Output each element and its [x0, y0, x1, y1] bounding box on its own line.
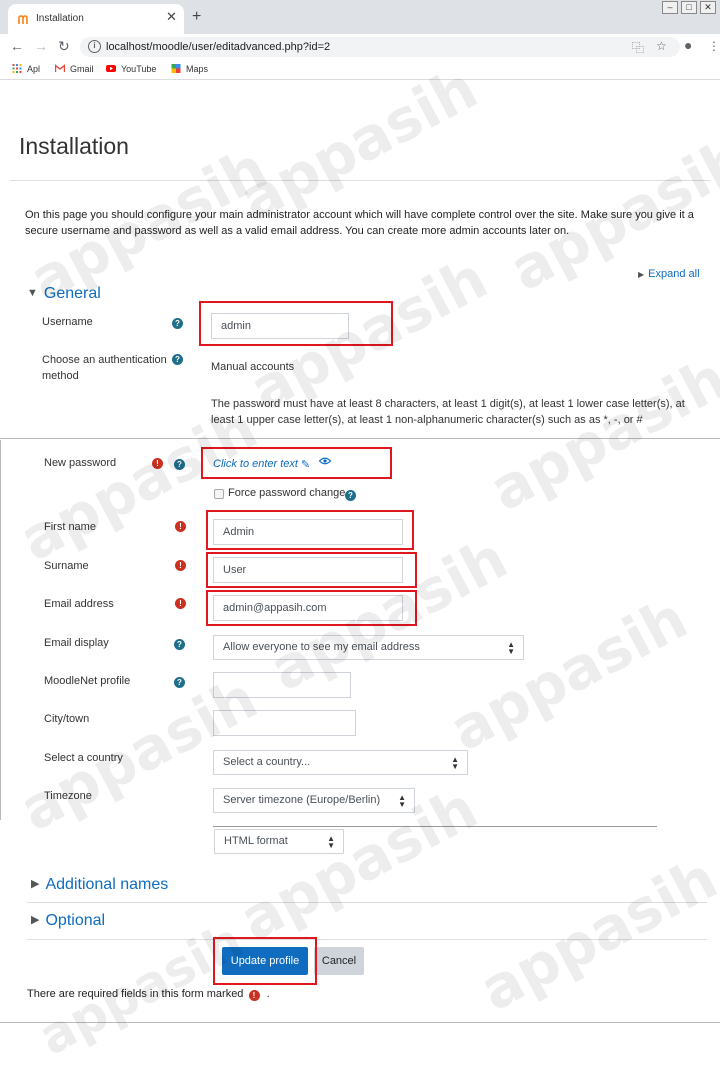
highlight-username: [199, 301, 393, 346]
highlight-update-profile: [213, 937, 317, 985]
screenshot-seam: [0, 438, 720, 439]
back-icon[interactable]: ←: [10, 38, 24, 54]
highlight-email: [206, 590, 417, 626]
help-icon[interactable]: ?: [174, 639, 185, 650]
auth-method-value: Manual accounts: [211, 361, 295, 373]
timezone-label: Timezone: [44, 790, 92, 802]
new-tab-icon[interactable]: +: [192, 8, 201, 26]
section-divider: [27, 939, 707, 940]
country-select[interactable]: Select a country... ▲ ▼: [213, 750, 468, 775]
section-general-header[interactable]: ▼ General: [27, 285, 101, 303]
caret-down-icon: ▼: [27, 287, 38, 299]
expand-all-link[interactable]: ▶ Expand all: [638, 268, 700, 280]
email-label: Email address: [44, 598, 114, 610]
moodlenet-input[interactable]: [213, 672, 351, 698]
city-input[interactable]: [213, 710, 356, 736]
profile-icon[interactable]: ●: [684, 37, 692, 53]
password-rules-text: The password must have at least 8 charac…: [211, 398, 685, 426]
bookmarks-bar: Apl Gmail YouTube Maps: [0, 60, 720, 80]
help-icon[interactable]: ?: [174, 677, 185, 688]
tab-close-icon[interactable]: ✕: [166, 9, 177, 25]
auth-method-label: Choose an authentication method: [42, 354, 167, 382]
help-icon[interactable]: ?: [172, 354, 183, 365]
menu-icon[interactable]: ⋮: [708, 39, 720, 53]
required-icon: !: [175, 598, 186, 609]
caret-right-icon: ▶: [31, 914, 40, 926]
bookmark-maps[interactable]: Maps: [171, 64, 208, 74]
section-additional-names-header[interactable]: ▶ Additional names: [31, 876, 168, 894]
help-icon[interactable]: ?: [345, 490, 356, 501]
select-arrows-icon: ▲ ▼: [327, 834, 335, 850]
highlight-first-name: [206, 510, 414, 550]
header-divider: [10, 180, 710, 181]
watermark-logo: appasih: [439, 583, 698, 765]
site-info-icon[interactable]: i: [88, 40, 101, 53]
moodle-favicon-icon: [18, 15, 28, 24]
browser-tab[interactable]: Installation ✕: [8, 4, 184, 34]
select-arrows-icon: ▲ ▼: [451, 755, 459, 771]
editor-divider: [213, 826, 657, 827]
bookmark-youtube[interactable]: YouTube: [106, 64, 156, 74]
maximize-icon[interactable]: □: [681, 1, 697, 14]
required-icon: !: [152, 458, 163, 469]
new-password-label: New password: [44, 457, 117, 469]
username-label: Username: [42, 316, 93, 328]
surname-label: Surname: [44, 560, 89, 572]
caret-right-icon: ▶: [638, 270, 645, 279]
watermark-logo: appasih: [469, 843, 720, 1025]
apps-grid-icon: [12, 64, 22, 73]
section-divider: [27, 902, 707, 903]
required-icon: !: [248, 990, 260, 1001]
force-password-checkbox[interactable]: [214, 489, 224, 499]
required-icon: !: [175, 560, 186, 571]
bookmark-star-icon[interactable]: ☆: [656, 39, 667, 53]
close-window-icon[interactable]: ✕: [700, 1, 716, 14]
help-icon[interactable]: ?: [172, 318, 183, 329]
highlight-new-password: [201, 447, 392, 479]
gmail-icon: [55, 64, 65, 72]
section-optional-header[interactable]: ▶ Optional: [31, 912, 105, 930]
country-label: Select a country: [44, 752, 123, 764]
url-text: localhost/moodle/user/editadvanced.php?i…: [106, 41, 331, 53]
forward-icon[interactable]: →: [34, 38, 48, 54]
highlight-surname: [206, 552, 417, 588]
select-arrows-icon: ▲ ▼: [507, 640, 515, 656]
youtube-icon: [106, 65, 116, 72]
timezone-select[interactable]: Server timezone (Europe/Berlin) ▲ ▼: [213, 788, 415, 813]
address-bar[interactable]: i localhost/moodle/user/editadvanced.php…: [80, 37, 680, 57]
maps-icon: [171, 64, 181, 73]
translate-icon[interactable]: ⿻: [632, 39, 644, 56]
minimize-icon[interactable]: –: [662, 1, 678, 14]
page-title: Installation: [19, 133, 129, 159]
force-password-label: Force password change: [228, 487, 346, 499]
required-fields-note: There are required fields in this form m…: [27, 988, 270, 1001]
first-name-label: First name: [44, 521, 96, 533]
select-arrows-icon: ▲ ▼: [398, 793, 406, 809]
moodlenet-label: MoodleNet profile: [44, 675, 131, 687]
email-display-select[interactable]: Allow everyone to see my email address ▲…: [213, 635, 524, 660]
watermark-logo: appasih: [479, 343, 720, 525]
email-display-label: Email display: [44, 637, 109, 649]
browser-tabstrip: Installation ✕ + – □ ✕: [0, 0, 720, 34]
required-icon: !: [175, 521, 186, 532]
browser-toolbar: ← → ↻ i localhost/moodle/user/editadvanc…: [0, 34, 720, 60]
tab-title: Installation: [36, 13, 84, 24]
intro-text: On this page you should configure your m…: [25, 209, 694, 237]
city-label: City/town: [44, 713, 90, 725]
format-select[interactable]: HTML format ▲ ▼: [214, 829, 344, 854]
bookmark-gmail[interactable]: Gmail: [55, 64, 94, 74]
left-edge-line: [0, 440, 1, 820]
cancel-button[interactable]: Cancel: [314, 947, 364, 975]
reload-icon[interactable]: ↻: [58, 38, 70, 55]
bookmark-apps[interactable]: Apl: [12, 64, 40, 74]
caret-right-icon: ▶: [31, 878, 40, 890]
bottom-border: [0, 1022, 720, 1023]
help-icon[interactable]: ?: [174, 459, 185, 470]
